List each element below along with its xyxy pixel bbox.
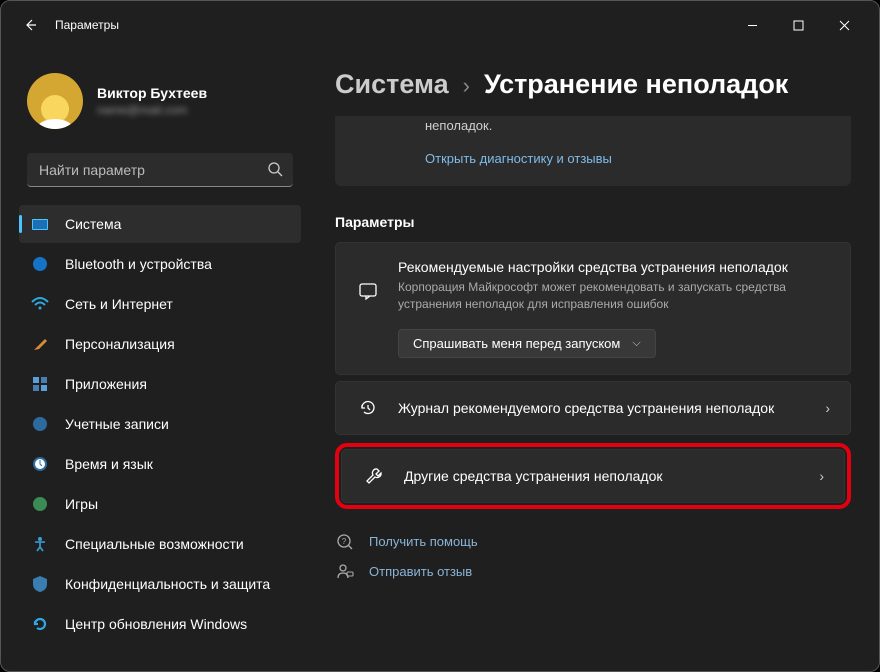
sidebar-item-network[interactable]: Сеть и Интернет bbox=[19, 285, 301, 323]
open-diagnostics-link[interactable]: Открыть диагностику и отзывы bbox=[425, 151, 612, 166]
apps-icon bbox=[31, 375, 49, 393]
settings-window: Параметры Виктор Бухтеев name@mail.com bbox=[0, 0, 880, 672]
sidebar-item-label: Система bbox=[65, 216, 121, 232]
gaming-icon bbox=[31, 495, 49, 513]
sidebar: Виктор Бухтеев name@mail.com Система Blu… bbox=[1, 51, 311, 665]
app-title: Параметры bbox=[55, 18, 119, 32]
diagnostics-card: неполадок. Открыть диагностику и отзывы bbox=[335, 116, 851, 186]
profile[interactable]: Виктор Бухтеев name@mail.com bbox=[19, 61, 301, 147]
sidebar-item-label: Конфиденциальность и защита bbox=[65, 576, 270, 592]
sidebar-item-label: Учетные записи bbox=[65, 416, 169, 432]
recommended-settings-card: Рекомендуемые настройки средства устране… bbox=[335, 242, 851, 375]
sidebar-item-label: Специальные возможности bbox=[65, 536, 244, 552]
profile-email: name@mail.com bbox=[97, 103, 207, 117]
highlight-annotation: Другие средства устранения неполадок › bbox=[335, 443, 851, 509]
troubleshoot-history-card[interactable]: Журнал рекомендуемого средства устранени… bbox=[335, 381, 851, 435]
svg-text:?: ? bbox=[342, 537, 347, 546]
recommended-desc: Корпорация Майкрософт может рекомендоват… bbox=[398, 279, 830, 313]
sidebar-item-time[interactable]: Время и язык bbox=[19, 445, 301, 483]
recommended-title: Рекомендуемые настройки средства устране… bbox=[398, 259, 830, 275]
send-feedback-label: Отправить отзыв bbox=[369, 564, 472, 579]
get-help-label: Получить помощь bbox=[369, 534, 478, 549]
chevron-right-icon: › bbox=[819, 468, 824, 484]
breadcrumb-parent[interactable]: Система bbox=[335, 69, 449, 100]
diagnostics-snippet: неполадок. bbox=[425, 116, 829, 133]
sidebar-item-label: Игры bbox=[65, 496, 98, 512]
bluetooth-icon bbox=[31, 255, 49, 273]
profile-name: Виктор Бухтеев bbox=[97, 85, 207, 101]
nav: Система Bluetooth и устройства Сеть и Ин… bbox=[19, 205, 301, 643]
send-feedback-link[interactable]: Отправить отзыв bbox=[335, 563, 851, 581]
sidebar-item-privacy[interactable]: Конфиденциальность и защита bbox=[19, 565, 301, 603]
sidebar-item-label: Время и язык bbox=[65, 456, 153, 472]
breadcrumb-separator: › bbox=[463, 73, 470, 99]
sidebar-item-label: Приложения bbox=[65, 376, 147, 392]
sidebar-item-update[interactable]: Центр обновления Windows bbox=[19, 605, 301, 643]
sidebar-item-label: Персонализация bbox=[65, 336, 175, 352]
accessibility-icon bbox=[31, 535, 49, 553]
page-title: Устранение неполадок bbox=[484, 69, 788, 100]
sidebar-item-apps[interactable]: Приложения bbox=[19, 365, 301, 403]
clock-icon bbox=[31, 455, 49, 473]
chat-icon bbox=[356, 281, 380, 301]
help-icon: ? bbox=[335, 533, 355, 551]
system-icon bbox=[31, 215, 49, 233]
sidebar-item-label: Центр обновления Windows bbox=[65, 616, 247, 632]
other-title: Другие средства устранения неполадок bbox=[404, 468, 801, 484]
wifi-icon bbox=[31, 295, 49, 313]
breadcrumb: Система › Устранение неполадок bbox=[335, 69, 851, 100]
sidebar-item-label: Сеть и Интернет bbox=[65, 296, 173, 312]
wrench-icon bbox=[362, 466, 386, 486]
get-help-link[interactable]: ? Получить помощь bbox=[335, 533, 851, 551]
main-content: Система › Устранение неполадок неполадок… bbox=[311, 51, 879, 665]
history-icon bbox=[356, 398, 380, 418]
chevron-down-icon: ⌵ bbox=[632, 337, 640, 350]
sidebar-item-gaming[interactable]: Игры bbox=[19, 485, 301, 523]
chevron-right-icon: › bbox=[825, 400, 830, 416]
close-button[interactable] bbox=[821, 9, 867, 41]
sidebar-item-personalization[interactable]: Персонализация bbox=[19, 325, 301, 363]
sidebar-item-system[interactable]: Система bbox=[19, 205, 301, 243]
accounts-icon bbox=[31, 415, 49, 433]
titlebar-left: Параметры bbox=[21, 16, 119, 34]
maximize-button[interactable] bbox=[775, 9, 821, 41]
back-button[interactable] bbox=[21, 16, 39, 34]
other-troubleshooters-card[interactable]: Другие средства устранения неполадок › bbox=[341, 449, 845, 503]
sidebar-item-label: Bluetooth и устройства bbox=[65, 256, 212, 272]
sidebar-item-accessibility[interactable]: Специальные возможности bbox=[19, 525, 301, 563]
section-label: Параметры bbox=[335, 214, 851, 230]
history-title: Журнал рекомендуемого средства устранени… bbox=[398, 400, 807, 416]
titlebar: Параметры bbox=[1, 1, 879, 49]
sidebar-item-accounts[interactable]: Учетные записи bbox=[19, 405, 301, 443]
recommended-dropdown[interactable]: Спрашивать меня перед запуском ⌵ bbox=[398, 329, 656, 358]
sidebar-item-bluetooth[interactable]: Bluetooth и устройства bbox=[19, 245, 301, 283]
dropdown-label: Спрашивать меня перед запуском bbox=[413, 336, 620, 351]
search-input[interactable] bbox=[27, 153, 293, 187]
shield-icon bbox=[31, 575, 49, 593]
feedback-icon bbox=[335, 563, 355, 581]
avatar bbox=[27, 73, 83, 129]
brush-icon bbox=[31, 335, 49, 353]
minimize-button[interactable] bbox=[729, 9, 775, 41]
search-box[interactable] bbox=[27, 153, 293, 187]
footer-links: ? Получить помощь Отправить отзыв bbox=[335, 533, 851, 581]
window-controls bbox=[729, 9, 867, 41]
update-icon bbox=[31, 615, 49, 633]
search-icon bbox=[267, 161, 283, 182]
